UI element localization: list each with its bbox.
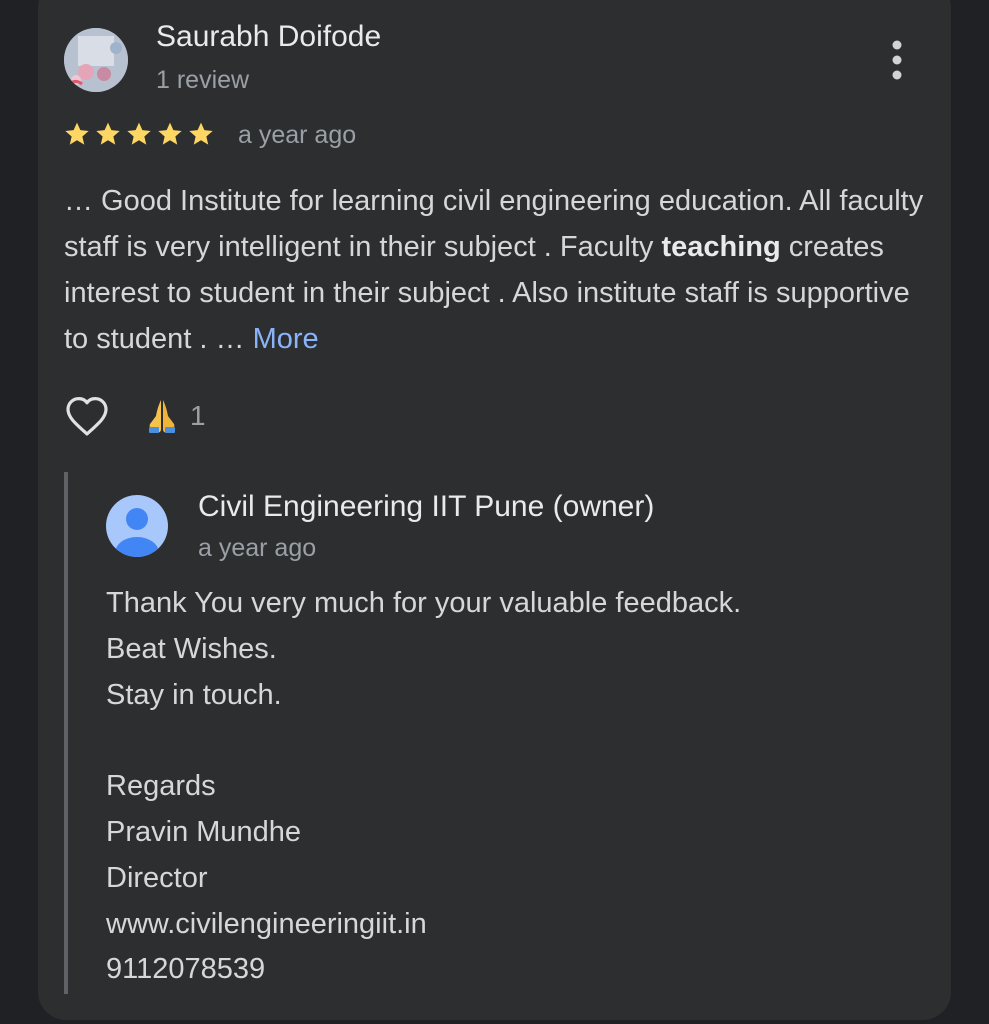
star-icon xyxy=(158,122,182,145)
reaction-chip[interactable]: 1 xyxy=(146,398,206,434)
reply-line: Director xyxy=(106,861,208,894)
owner-reply-text: Thank You very much for your valuable fe… xyxy=(106,581,741,993)
more-link[interactable]: More xyxy=(253,323,319,355)
star-rating xyxy=(63,119,215,151)
star-icon xyxy=(96,122,120,145)
person-icon[interactable] xyxy=(106,495,168,557)
reply-phone[interactable]: 9112078539 xyxy=(106,947,741,993)
more-vertical-icon[interactable] xyxy=(884,38,910,82)
star-icon xyxy=(189,122,213,145)
review-text: … Good Institute for learning civil engi… xyxy=(64,178,924,362)
reply-link[interactable]: www.civilengineeringiit.in xyxy=(106,902,741,948)
folded-hands-icon xyxy=(149,400,175,433)
reviewer-avatar[interactable] xyxy=(64,28,128,92)
reply-line: Stay in touch. xyxy=(106,678,282,711)
star-icon xyxy=(127,122,151,145)
heart-outline-icon[interactable] xyxy=(63,393,111,441)
review-text-bold: teaching xyxy=(661,231,781,263)
reaction-count: 1 xyxy=(190,400,206,431)
reviewer-name[interactable]: Saurabh Doifode xyxy=(156,20,381,54)
reply-line xyxy=(106,718,741,764)
review-timestamp: a year ago xyxy=(238,121,357,149)
reply-line: Regards xyxy=(106,770,216,803)
star-icon xyxy=(65,122,89,145)
reply-divider xyxy=(64,472,68,994)
owner-reply-timestamp: a year ago xyxy=(198,534,317,562)
owner-name: Civil Engineering IIT Pune (owner) xyxy=(198,490,655,523)
reply-line: Pravin Mundhe xyxy=(106,815,302,848)
review-count: 1 review xyxy=(156,66,250,94)
reply-line: Thank You very much for your valuable fe… xyxy=(106,587,742,619)
reply-line: Beat Wishes. xyxy=(106,632,277,665)
